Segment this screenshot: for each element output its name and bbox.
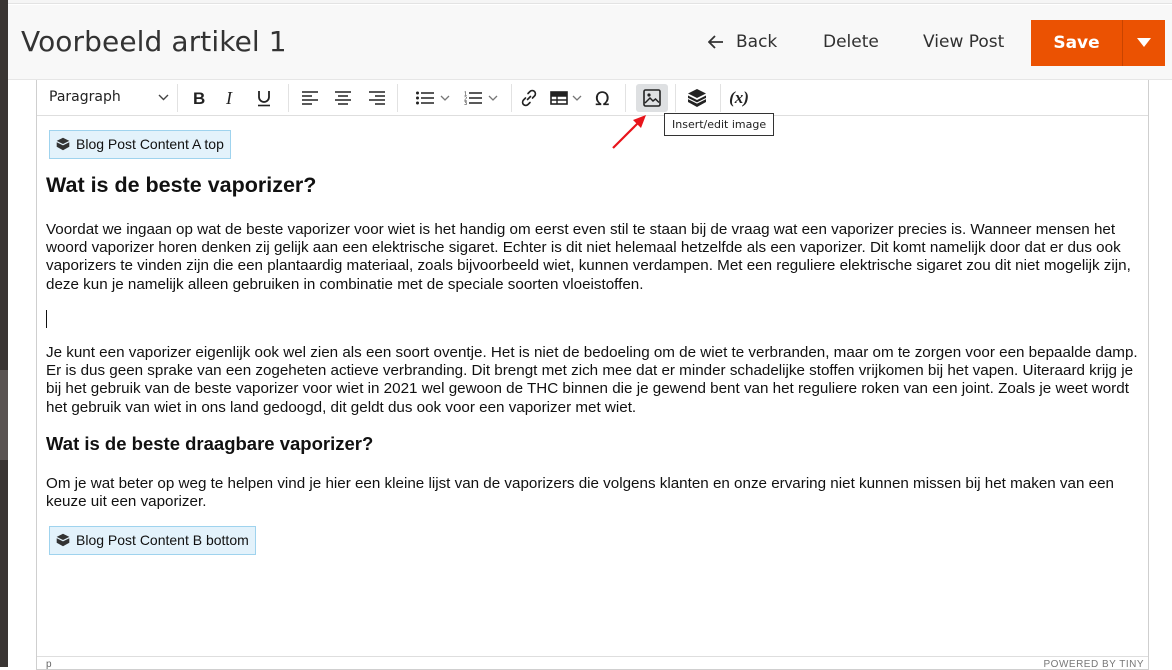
toolbar-separator: [625, 84, 626, 112]
page-header: Voorbeeld artikel 1 Back Delete View Pos…: [8, 5, 1172, 80]
align-right-button[interactable]: [361, 84, 393, 112]
content-subheading: Wat is de beste draagbare vaporizer?: [46, 433, 374, 454]
chevron-down-icon: [158, 94, 169, 100]
underline-icon: [258, 90, 270, 106]
widget-top-label: Blog Post Content A top: [76, 136, 224, 152]
toolbar-separator: [177, 84, 178, 112]
svg-text:3: 3: [464, 101, 467, 105]
element-path[interactable]: p: [46, 659, 52, 670]
svg-text:I: I: [225, 90, 233, 106]
italic-button[interactable]: I: [213, 84, 247, 112]
chevron-down-icon: [440, 95, 450, 101]
delete-button[interactable]: Delete: [823, 32, 879, 52]
rich-text-editor: Paragraph B I 1 2 3 Ω (x) Insert/edit im…: [36, 80, 1149, 670]
toolbar-separator: [675, 84, 676, 112]
save-button[interactable]: Save: [1031, 20, 1122, 66]
caret-down-icon: [1137, 38, 1151, 47]
link-button[interactable]: [515, 84, 543, 112]
toolbar-separator: [288, 84, 289, 112]
paragraph-1: Voordat we ingaan op wat de beste vapori…: [46, 221, 1131, 293]
widget-bottom-label: Blog Post Content B bottom: [76, 532, 249, 548]
widget-cube-icon: [56, 137, 70, 151]
view-post-button[interactable]: View Post: [923, 32, 1004, 52]
bullet-list-button[interactable]: [409, 84, 457, 112]
widget-cube-icon: [687, 89, 707, 107]
insert-image-tooltip: Insert/edit image: [664, 113, 775, 136]
align-left-icon: [302, 91, 318, 105]
bold-icon: B: [193, 90, 205, 106]
toolbar-separator: [397, 84, 398, 112]
red-arrow-annotation: [612, 115, 646, 149]
svg-text:Ω: Ω: [595, 89, 610, 107]
align-center-icon: [335, 91, 351, 105]
arrow-left-icon: [708, 35, 723, 49]
table-button[interactable]: [543, 84, 589, 112]
bullet-list-icon: [416, 91, 434, 105]
paragraph-3: Om je wat beter op weg te helpen vind je…: [46, 475, 1114, 511]
paragraph-2: Je kunt een vaporizer eigenlijk ook wel …: [46, 344, 1138, 416]
page-title: Voorbeeld artikel 1: [21, 25, 287, 58]
insert-image-button[interactable]: [636, 84, 668, 112]
bold-button[interactable]: B: [185, 84, 213, 112]
numbered-list-button[interactable]: 123: [457, 84, 505, 112]
left-sidebar-strip: [0, 0, 8, 667]
top-border: [8, 0, 1172, 4]
save-options-dropdown[interactable]: [1122, 20, 1165, 66]
svg-text:B: B: [193, 90, 205, 106]
powered-by-tiny[interactable]: POWERED BY TINY: [1044, 659, 1144, 670]
block-format-select[interactable]: Paragraph: [49, 89, 169, 105]
widget-block-top[interactable]: Blog Post Content A top: [49, 130, 231, 160]
insert-variable-button[interactable]: (x): [725, 84, 753, 112]
link-icon: [521, 89, 537, 107]
editor-toolbar: Paragraph B I 1 2 3 Ω (x): [37, 80, 1148, 116]
back-label: Back: [736, 32, 778, 52]
back-button[interactable]: Back: [708, 32, 777, 52]
table-icon: [550, 91, 568, 105]
content-heading: Wat is de beste vaporizer?: [46, 173, 317, 197]
sidebar-strip-highlight: [0, 370, 8, 460]
numbered-list-icon: 123: [464, 92, 482, 105]
align-left-button[interactable]: [295, 84, 325, 112]
chevron-down-icon: [488, 95, 498, 101]
special-character-button[interactable]: Ω: [589, 84, 619, 112]
editor-status-bar: p POWERED BY TINY: [37, 656, 1148, 670]
widget-block-bottom[interactable]: Blog Post Content B bottom: [49, 526, 256, 556]
toolbar-separator: [511, 84, 512, 112]
underline-button[interactable]: [247, 84, 281, 112]
insert-widget-button[interactable]: [681, 84, 713, 112]
text-cursor: [46, 310, 47, 328]
italic-icon: I: [225, 90, 233, 106]
image-icon: [643, 89, 661, 107]
widget-cube-icon: [56, 533, 70, 547]
toolbar-separator: [720, 84, 721, 112]
align-right-icon: [369, 91, 385, 105]
omega-icon: Ω: [595, 89, 610, 107]
align-center-button[interactable]: [325, 84, 361, 112]
block-format-value: Paragraph: [49, 89, 121, 105]
chevron-down-icon: [572, 95, 582, 101]
save-button-group: Save: [1031, 20, 1165, 66]
